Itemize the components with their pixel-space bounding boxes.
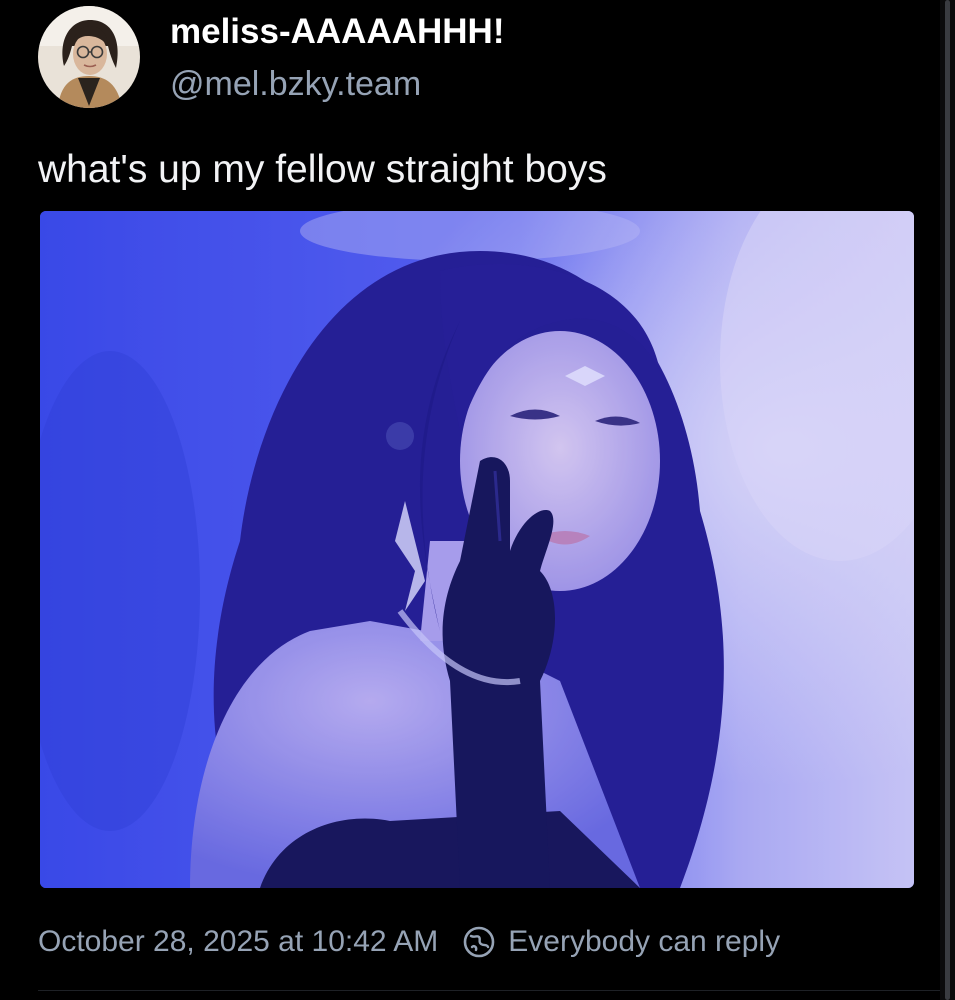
- globe-icon: [462, 925, 496, 959]
- reply-setting-button[interactable]: Everybody can reply: [462, 925, 780, 959]
- author-avatar[interactable]: [38, 6, 140, 108]
- reply-setting-label: Everybody can reply: [508, 925, 781, 958]
- post-timestamp[interactable]: October 28, 2025 at 10:42 AM: [38, 925, 438, 959]
- divider: [38, 990, 940, 991]
- author-display-name[interactable]: meliss-AAAAAHHH!: [170, 10, 504, 54]
- post-thread: meliss-AAAAAHHH! @mel.bzky.team what's u…: [0, 0, 940, 1000]
- post-image[interactable]: [40, 211, 914, 888]
- performer-photo: [40, 211, 914, 888]
- avatar-photo-icon: [38, 6, 140, 108]
- scrollbar-thumb[interactable]: [945, 0, 950, 1000]
- author-handle[interactable]: @mel.bzky.team: [170, 62, 421, 106]
- post-meta: October 28, 2025 at 10:42 AM Everybody c…: [38, 918, 780, 966]
- post-text: what's up my fellow straight boys: [38, 148, 607, 191]
- scrollbar[interactable]: [940, 0, 955, 1000]
